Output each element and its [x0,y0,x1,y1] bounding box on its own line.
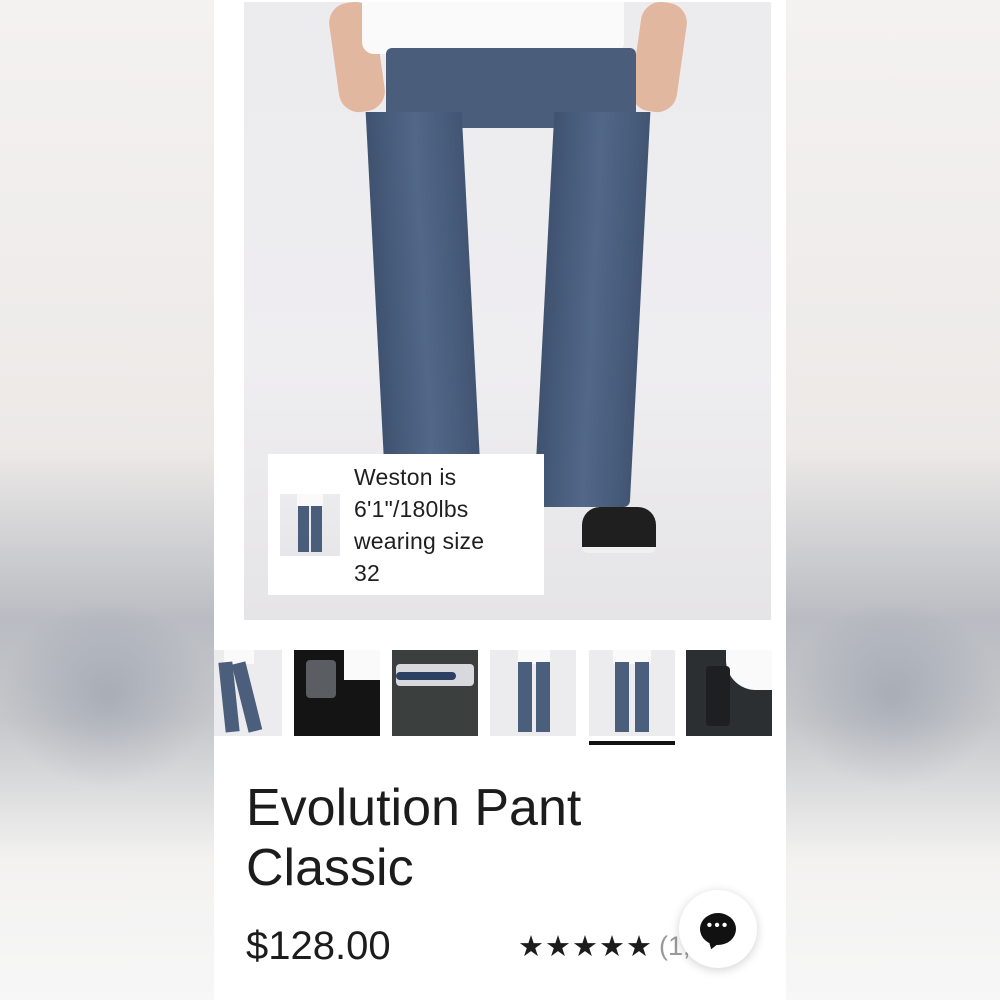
thumbnail-front-view[interactable] [214,650,282,736]
selected-thumbnail-indicator [589,741,675,745]
chat-button[interactable]: ••• [679,890,757,968]
pants-leg-right [533,112,651,507]
model-info-line: wearing size [354,527,485,554]
thumbnail-strip [214,650,786,746]
product-page: Weston is 6'1"/180lbs wearing size 32 Ev… [214,0,786,1000]
thumbnail-pocket-phone[interactable] [294,650,380,736]
model-info-card: Weston is 6'1"/180lbs wearing size 32 [268,454,544,595]
model-info-line: 32 [354,559,380,586]
product-price: $128.00 [246,924,391,968]
thumbnail-front-full[interactable] [490,650,576,736]
thumbnail-zip-pocket[interactable] [686,650,772,736]
chat-icon: ••• [700,913,736,945]
thumbnail-passport-pocket[interactable] [392,650,478,736]
model-info-line: 6'1"/180lbs [354,495,469,522]
pants-leg-left [365,112,483,507]
chat-dots: ••• [706,917,730,934]
model-shoe [582,507,656,553]
product-title-line: Evolution Pant [246,779,582,837]
model-thumbnail [280,493,340,556]
model-info-text: Weston is 6'1"/180lbs wearing size 32 [354,461,484,589]
star-rating-icon: ★★★★★ [518,929,653,963]
model-shirt [362,2,624,54]
model-info-line: Weston is [354,463,457,490]
thumbnail-back-full[interactable] [589,650,675,736]
product-title-line: Classic [246,839,414,897]
model-arm-right [628,2,690,115]
product-title: Evolution Pant Classic [246,778,766,898]
